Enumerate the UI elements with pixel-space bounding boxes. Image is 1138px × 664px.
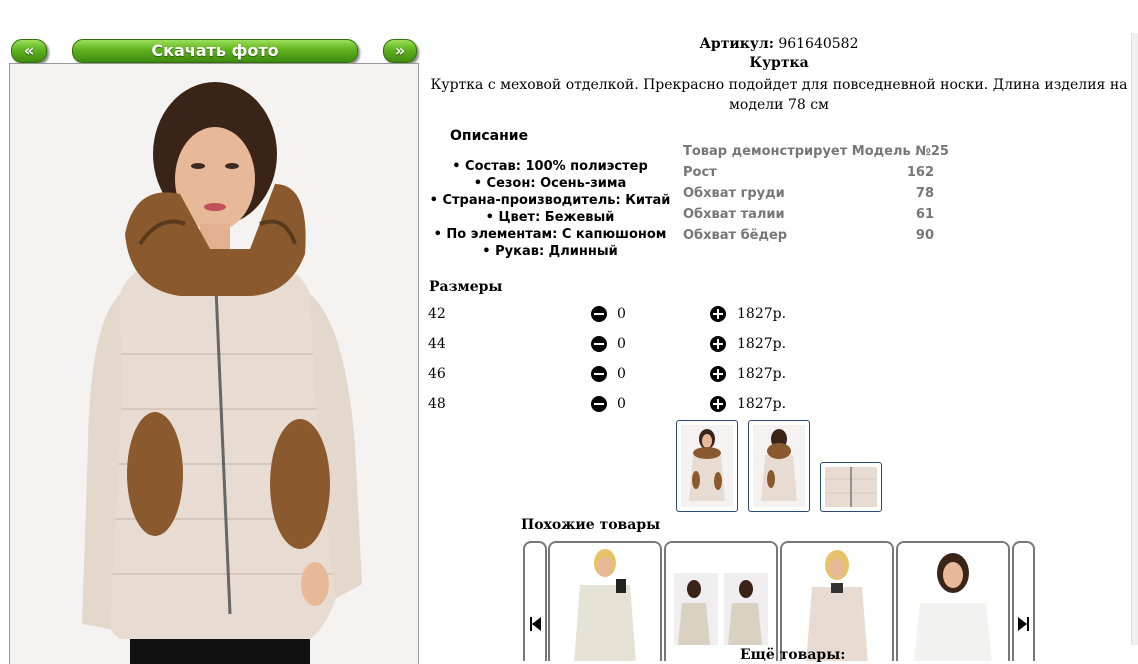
size-qty: 0 [617,336,626,352]
size-price: 1827р. [737,306,787,322]
prev-photo-button[interactable]: « [11,39,47,63]
size-price: 1827р. [737,336,787,352]
thumbnail-image [753,425,805,507]
similar-product-card[interactable] [780,541,894,661]
size-row: 44 0 1827р. [428,335,828,357]
photo-thumbnail[interactable] [748,420,810,512]
size-qty: 0 [617,306,626,322]
size-label: 46 [428,366,446,382]
article-line: Артикул: 961640582 [420,36,1138,52]
description-item: • Состав: 100% полиэстер [452,159,648,174]
plus-icon[interactable] [710,306,726,322]
photo-thumbnail[interactable] [676,420,738,512]
skip-back-icon [530,617,541,631]
carousel-next-button[interactable] [1012,541,1035,661]
thumbnail-image [825,467,877,507]
model-label-hips: Обхват бёдер [683,228,788,243]
article-value: 961640582 [778,36,859,52]
size-label: 42 [428,306,446,322]
sizes-heading: Размеры [429,279,503,295]
minus-icon[interactable] [591,366,607,382]
product-title: Куртка [749,55,809,71]
plus-icon[interactable] [710,336,726,352]
description-item: • По элементам: С капюшоном [433,227,667,242]
article-label: Артикул: [699,36,774,52]
description-item: • Рукав: Длинный [482,244,618,259]
vertical-scrollbar[interactable] [1131,33,1138,645]
similar-product-image [898,543,1008,661]
model-value-height: 162 [906,165,934,180]
similar-product-image [666,543,776,661]
size-qty: 0 [617,396,626,412]
model-value-chest: 78 [915,186,934,201]
description-item: • Страна-производитель: Китай [429,193,671,208]
similar-heading: Похожие товары [521,517,661,533]
skip-forward-icon [1018,617,1029,631]
model-heading: Товар демонстрирует Модель №25 [683,144,949,159]
product-summary: Куртка с меховой отделкой. Прекрасно под… [430,77,1128,113]
size-qty: 0 [617,366,626,382]
model-label-chest: Обхват груди [683,186,785,201]
model-value-hips: 90 [915,228,934,243]
size-label: 48 [428,396,446,412]
photo-thumbnail[interactable] [820,462,882,512]
thumbnail-image [681,425,733,507]
minus-icon[interactable] [591,306,607,322]
main-product-photo [9,63,419,664]
next-photo-button[interactable]: » [383,39,417,63]
size-row: 46 0 1827р. [428,365,828,387]
size-price: 1827р. [737,396,787,412]
similar-product-image [782,543,892,661]
description-item: • Цвет: Бежевый [485,210,615,225]
jacket-photo-illustration [10,64,418,664]
model-value-waist: 61 [915,207,934,222]
plus-icon[interactable] [710,366,726,382]
similar-product-card[interactable] [896,541,1010,661]
plus-icon[interactable] [710,396,726,412]
minus-icon[interactable] [591,336,607,352]
carousel-prev-button[interactable] [523,541,547,661]
download-photo-button[interactable]: Скачать фото [72,39,358,63]
description-item: • Сезон: Осень-зима [473,176,627,191]
model-label-height: Рост [683,165,717,180]
minus-icon[interactable] [591,396,607,412]
similar-product-card[interactable] [664,541,778,661]
similar-product-image [550,543,660,661]
size-price: 1827р. [737,366,787,382]
similar-product-card[interactable] [548,541,662,661]
more-products-heading: Ещё товары: [740,647,846,663]
model-label-waist: Обхват талии [683,207,785,222]
description-heading: Описание [450,128,529,144]
size-row: 42 0 1827р. [428,305,828,327]
size-row: 48 0 1827р. [428,395,828,417]
size-label: 44 [428,336,446,352]
